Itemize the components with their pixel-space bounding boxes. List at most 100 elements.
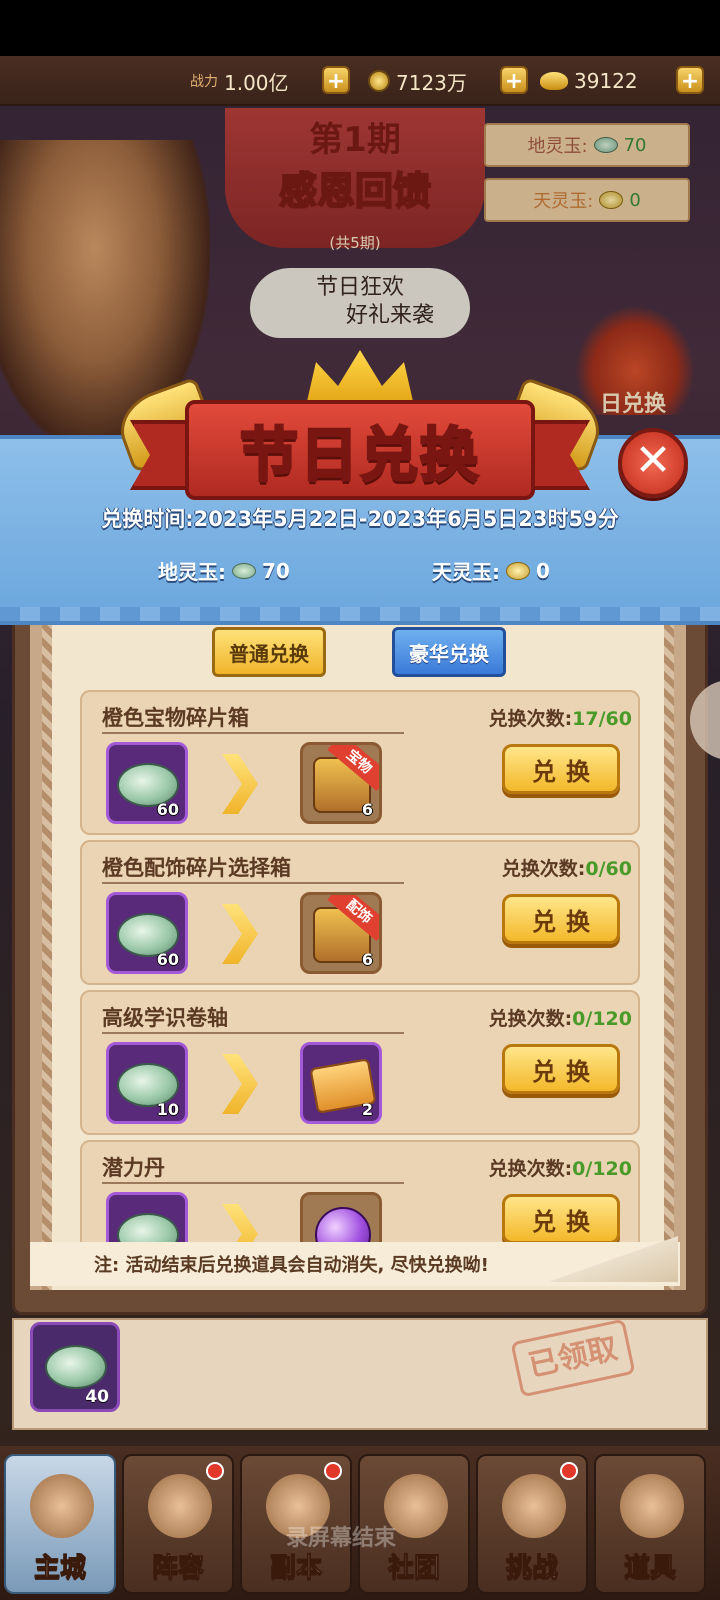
add-power-button[interactable]: + (322, 66, 350, 94)
exchange-button[interactable]: 兑换 (502, 744, 620, 794)
earth-jade-icon (45, 1345, 107, 1389)
exchange-count: 兑换次数:0/120 (489, 1154, 632, 1181)
exchange-count: 兑换次数:0/60 (502, 854, 632, 881)
exchange-count: 兑换次数:17/60 (489, 704, 632, 731)
nav-item-lineup[interactable]: 阵容 (122, 1454, 234, 1594)
notification-dot (324, 1462, 342, 1480)
reward-item[interactable]: 宝物 6 (300, 742, 382, 824)
exchange-button[interactable]: 兑换 (502, 1044, 620, 1094)
arrow-right-icon (222, 1204, 258, 1242)
cost-qty: 60 (156, 950, 179, 969)
count-value: 17/60 (572, 708, 632, 730)
divider (102, 1032, 404, 1034)
divider (102, 882, 404, 884)
recording-watermark: 录屏幕结束 (286, 1526, 397, 1551)
divider (102, 732, 404, 734)
reward-item[interactable] (300, 1192, 382, 1242)
notification-dot (560, 1462, 578, 1480)
cost-item[interactable]: 60 (106, 742, 188, 824)
arrow-right-icon (222, 904, 258, 964)
count-label: 兑换次数: (488, 1158, 573, 1180)
modal-title: 节日兑换 (238, 420, 480, 491)
ingot-display: 39122 (540, 66, 638, 96)
claimed-qty: 40 (85, 1387, 109, 1407)
nav-item-items[interactable]: 道具 (594, 1454, 706, 1594)
exchange-button[interactable]: 兑换 (502, 1194, 620, 1242)
resource-bar: 战力 1.00亿 + 7123万 + 39122 + (0, 56, 720, 106)
nav-label: 副本 (269, 1553, 322, 1584)
tab-luxury-exchange[interactable]: 豪华兑换 (392, 627, 506, 677)
reward-qty: 6 (361, 800, 373, 819)
count-value: 0/120 (572, 1158, 632, 1180)
cost-item[interactable] (106, 1192, 188, 1242)
title-ribbon: 节日兑换 (110, 350, 610, 500)
arrow-right-icon (222, 754, 258, 814)
nav-label: 主城 (33, 1553, 86, 1584)
claimed-reward-item[interactable]: 40 (30, 1322, 120, 1412)
reward-qty: 2 (361, 1100, 373, 1119)
earth-jade-icon (232, 562, 256, 579)
challenge-icon (502, 1474, 566, 1538)
exchange-time: 兑换时间:2023年5月22日-2023年6月5日23时59分 (101, 507, 619, 531)
power-label: 战力 (190, 74, 218, 90)
count-label: 兑换次数: (501, 858, 586, 880)
notification-dot (206, 1462, 224, 1480)
nav-item-main-city[interactable]: 主城 (4, 1454, 116, 1594)
coin-value: 7123万 (396, 70, 467, 95)
exchange-item: 橙色配饰碎片选择箱 兑换次数:0/60 60 配饰 6 兑换 (80, 840, 640, 985)
nav-label: 道具 (623, 1553, 676, 1584)
heaven-jade-value: 0 (536, 558, 550, 583)
bag-icon (620, 1474, 684, 1538)
earth-jade-icon (117, 1213, 179, 1242)
divider (102, 1182, 404, 1184)
cost-qty: 10 (156, 1100, 179, 1119)
cost-item[interactable]: 10 (106, 1042, 188, 1124)
cost-qty: 60 (156, 800, 179, 819)
castle-icon (30, 1474, 94, 1538)
exchange-item: 潜力丹 兑换次数:0/120 兑换 (80, 1140, 640, 1242)
cost-item[interactable]: 60 (106, 892, 188, 974)
count-label: 兑换次数: (488, 708, 573, 730)
item-name: 橙色宝物碎片箱 (102, 706, 249, 730)
exchange-button[interactable]: 兑换 (502, 894, 620, 944)
exchange-list[interactable]: 橙色宝物碎片箱 兑换次数:17/60 60 宝物 6 兑换 橙色配饰碎片选择箱 … (80, 690, 640, 1242)
heaven-jade-label: 天灵玉: (432, 560, 500, 584)
nav-label: 挑战 (505, 1553, 558, 1584)
reward-item[interactable]: 2 (300, 1042, 382, 1124)
earth-jade-label: 地灵玉: (158, 560, 226, 584)
reward-item[interactable]: 配饰 6 (300, 892, 382, 974)
close-button[interactable]: ✕ (618, 428, 688, 498)
tab-normal-exchange[interactable]: 普通兑换 (212, 627, 326, 677)
count-value: 0/120 (572, 1008, 632, 1030)
power-value: 1.00亿 (224, 70, 289, 95)
power-display: 战力 1.00亿 (190, 66, 289, 96)
ingot-icon (540, 72, 568, 90)
exchange-item: 橙色宝物碎片箱 兑换次数:17/60 60 宝物 6 兑换 (80, 690, 640, 835)
exchange-count: 兑换次数:0/120 (489, 1004, 632, 1031)
heaven-jade-balance: 天灵玉: 0 (432, 556, 550, 585)
nav-item-challenge[interactable]: 挑战 (476, 1454, 588, 1594)
add-coin-button[interactable]: + (500, 66, 528, 94)
arrow-right-icon (222, 1054, 258, 1114)
item-name: 潜力丹 (102, 1156, 165, 1180)
add-ingot-button[interactable]: + (676, 66, 704, 94)
earth-jade-value: 70 (262, 558, 290, 583)
heaven-jade-icon (506, 561, 530, 580)
count-label: 兑换次数: (488, 1008, 573, 1030)
potion-orb-icon (315, 1207, 371, 1242)
coin-display: 7123万 (368, 66, 467, 96)
status-bar (0, 0, 720, 56)
exchange-item: 高级学识卷轴 兑换次数:0/120 10 2 兑换 (80, 990, 640, 1135)
nav-label: 社团 (387, 1553, 440, 1584)
ribbon-band: 节日兑换 (185, 400, 535, 500)
nav-label: 阵容 (151, 1553, 204, 1584)
lineup-icon (148, 1474, 212, 1538)
count-value: 0/60 (585, 858, 632, 880)
earth-jade-balance: 地灵玉: 70 (158, 556, 290, 585)
header-wave-pattern (0, 607, 720, 621)
ingot-value: 39122 (574, 69, 638, 93)
reward-qty: 6 (361, 950, 373, 969)
item-name: 高级学识卷轴 (102, 1006, 228, 1030)
coin-icon (368, 70, 390, 92)
item-name: 橙色配饰碎片选择箱 (102, 856, 291, 880)
